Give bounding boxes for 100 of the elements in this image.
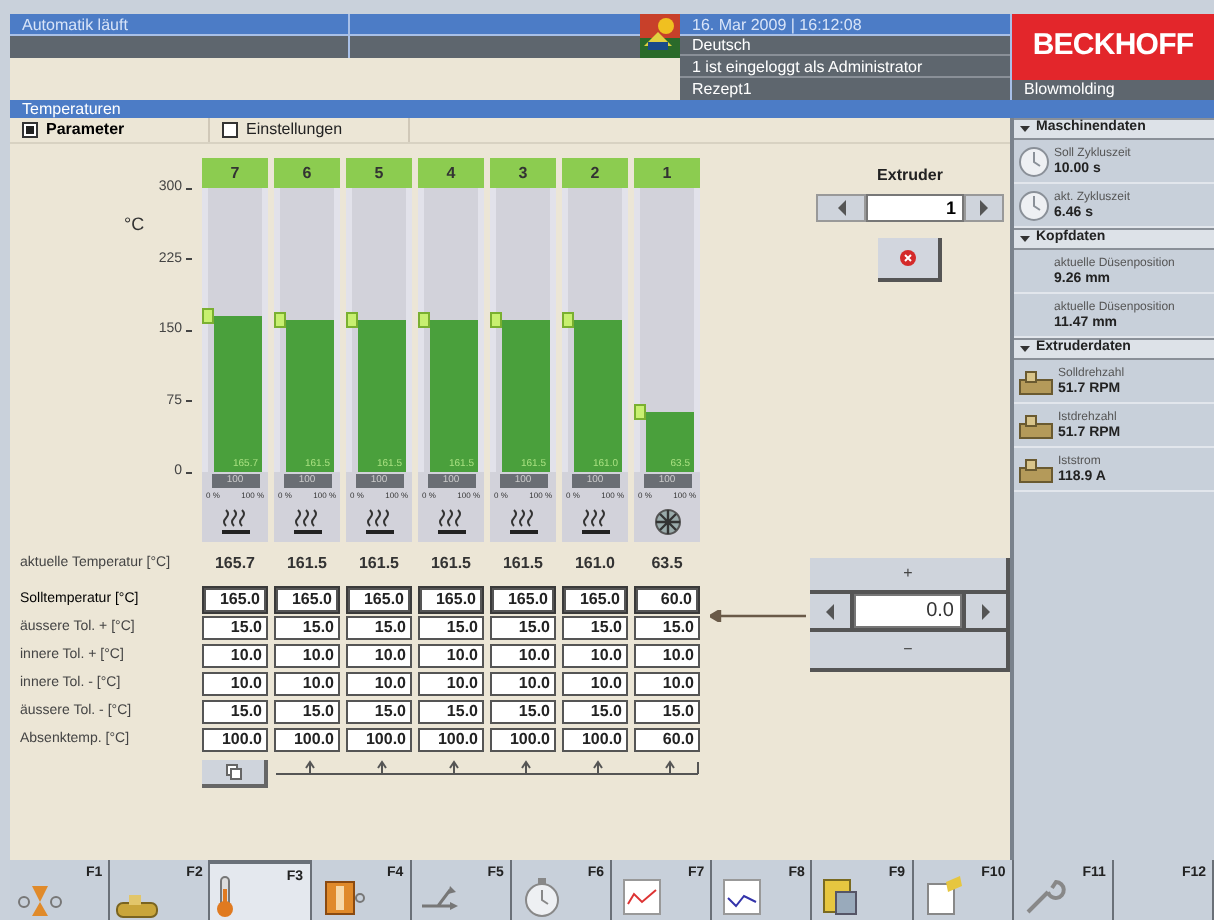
zone-header: 2 — [562, 158, 628, 188]
clock-icon — [1018, 145, 1050, 177]
next-button[interactable] — [964, 194, 1004, 222]
setpoint-marker-icon — [346, 311, 358, 328]
heater-icon — [363, 508, 395, 536]
value-field[interactable]: 15.0 — [634, 700, 700, 724]
actual-temperature: 161.5 — [500, 552, 546, 576]
value-field[interactable]: 10.0 — [418, 672, 484, 696]
value-field[interactable]: 15.0 — [346, 616, 412, 640]
value-field[interactable]: 165.0 — [492, 588, 554, 612]
setpoint-marker-icon — [418, 311, 430, 328]
actual-temperature: 161.5 — [284, 552, 330, 576]
value-field[interactable]: 100.0 — [490, 728, 556, 752]
value-field[interactable]: 100.0 — [202, 728, 268, 752]
value-field[interactable]: 15.0 — [418, 616, 484, 640]
value-field[interactable]: 15.0 — [202, 700, 268, 724]
collapse-caret-icon — [1020, 124, 1030, 134]
value-field[interactable]: 10.0 — [562, 672, 628, 696]
chart-icon — [618, 874, 667, 918]
heater-icon — [579, 508, 611, 536]
setpoint-marker-icon — [562, 311, 574, 328]
cancel-button[interactable] — [878, 238, 942, 282]
zone-header: 1 — [634, 158, 700, 188]
value-field[interactable]: 165.0 — [276, 588, 338, 612]
clock-icon — [1018, 189, 1050, 221]
zone-header: 7 — [202, 158, 268, 188]
step-field[interactable]: 0.0 — [854, 594, 962, 628]
value-field[interactable]: 100.0 — [346, 728, 412, 752]
value-field[interactable]: 10.0 — [274, 672, 340, 696]
value-field[interactable]: 15.0 — [202, 616, 268, 640]
extruder-icon — [116, 894, 159, 918]
value-field[interactable]: 15.0 — [490, 616, 556, 640]
trend-chart-icon — [718, 874, 767, 918]
value-field[interactable]: 15.0 — [562, 700, 628, 724]
actual-temperature: 161.5 — [428, 552, 474, 576]
fan-icon — [653, 508, 681, 536]
value-field[interactable]: 10.0 — [562, 644, 628, 668]
actual-temperature: 161.5 — [356, 552, 402, 576]
heater-icon — [219, 508, 251, 536]
extruder-icon — [1018, 411, 1054, 439]
value-field[interactable]: 100.0 — [274, 728, 340, 752]
extruder-field[interactable]: 1 — [866, 194, 964, 222]
arrow-icon — [710, 609, 806, 621]
chevron-right-icon — [980, 603, 992, 619]
heater-icon — [507, 508, 539, 536]
value-field[interactable]: 15.0 — [274, 616, 340, 640]
zone-header: 5 — [346, 158, 412, 188]
value-field[interactable]: 165.0 — [420, 588, 482, 612]
machine-label: Blowmolding — [1012, 80, 1214, 100]
value-field[interactable]: 60.0 — [636, 588, 698, 612]
value-field[interactable]: 10.0 — [634, 672, 700, 696]
value-field[interactable]: 15.0 — [562, 616, 628, 640]
actual-temperature: 165.7 — [212, 552, 258, 576]
setpoint-marker-icon — [490, 311, 502, 328]
user-label: 1 ist eingeloggt als Administrator — [680, 56, 1010, 78]
actual-temperature: 161.0 — [572, 552, 618, 576]
tab[interactable]: Parameter — [10, 118, 210, 142]
value-field[interactable]: 10.0 — [346, 644, 412, 668]
value-field[interactable]: 10.0 — [202, 644, 268, 668]
decrement-button[interactable]: − — [810, 632, 1006, 668]
heater-icon — [291, 508, 323, 536]
value-field[interactable]: 10.0 — [418, 644, 484, 668]
value-field[interactable]: 15.0 — [274, 700, 340, 724]
heater-icon — [435, 508, 467, 536]
zone-header: 4 — [418, 158, 484, 188]
value-field[interactable]: 10.0 — [490, 644, 556, 668]
unit-label: °C — [124, 212, 145, 238]
value-field[interactable]: 100.0 — [418, 728, 484, 752]
setpoint-marker-icon — [202, 307, 214, 324]
value-field[interactable]: 15.0 — [346, 700, 412, 724]
language-label: Deutsch — [680, 36, 1010, 56]
setpoint-marker-icon — [634, 403, 646, 420]
value-field[interactable]: 15.0 — [418, 700, 484, 724]
value-field[interactable]: 100.0 — [562, 728, 628, 752]
copy-icon — [225, 764, 241, 780]
value-field[interactable]: 10.0 — [202, 672, 268, 696]
axis-tick — [186, 400, 192, 402]
value-field[interactable]: 60.0 — [634, 728, 700, 752]
value-field[interactable]: 165.0 — [348, 588, 410, 612]
previous-button[interactable] — [816, 194, 866, 222]
zone-header: 3 — [490, 158, 556, 188]
recipe-label: Rezept1 — [680, 78, 1010, 100]
close-icon — [900, 250, 916, 266]
chevron-left-icon — [835, 200, 847, 216]
actual-temperature: 63.5 — [649, 552, 685, 576]
value-field[interactable]: 165.0 — [564, 588, 626, 612]
value-field[interactable]: 165.0 — [204, 588, 266, 612]
chevron-right-icon — [978, 200, 990, 216]
value-field[interactable]: 10.0 — [274, 644, 340, 668]
value-field[interactable]: 15.0 — [634, 616, 700, 640]
value-field[interactable]: 15.0 — [490, 700, 556, 724]
extruder-label: Extruder — [877, 164, 943, 188]
thermometer-icon — [216, 876, 235, 918]
value-field[interactable]: 10.0 — [490, 672, 556, 696]
copy-button[interactable] — [202, 760, 268, 788]
tab[interactable]: Einstellungen — [210, 118, 410, 142]
setpoint-marker-icon — [274, 311, 286, 328]
value-field[interactable]: 10.0 — [634, 644, 700, 668]
machine-status: Automatik läuft — [10, 14, 350, 34]
value-field[interactable]: 10.0 — [346, 672, 412, 696]
